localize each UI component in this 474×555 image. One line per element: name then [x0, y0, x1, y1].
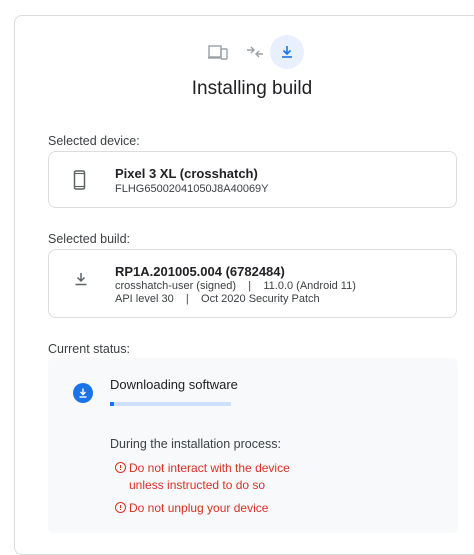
status-title: Downloading software: [110, 377, 238, 392]
download-status-icon: [73, 383, 93, 403]
build-card: RP1A.201005.004 (6782484) crosshatch-use…: [48, 249, 457, 318]
device-label: Selected device:: [48, 134, 140, 148]
warning-icon: [115, 462, 126, 473]
warning-text-1: Do not interact with the device: [129, 461, 290, 475]
warning-icon: [115, 502, 126, 513]
download-progress-bar: [110, 402, 231, 406]
warning-text-2: Do not unplug your device: [129, 501, 269, 515]
progress-fill: [110, 402, 114, 406]
step-install-active: [270, 35, 304, 69]
transfer-icon: [240, 37, 270, 67]
build-id: RP1A.201005.004 (6782484): [115, 264, 285, 279]
download-icon: [282, 46, 292, 58]
stepper: [0, 35, 474, 69]
device-serial: FLHG65002041050J8A40069Y: [115, 183, 269, 195]
phone-icon: [73, 170, 87, 195]
download-icon: [73, 271, 89, 292]
build-label: Selected build:: [48, 232, 131, 246]
page-title: Installing build: [191, 78, 313, 99]
status-label: Current status:: [48, 342, 130, 356]
build-details: crosshatch-user (signed) | 11.0.0 (Andro…: [115, 280, 356, 292]
devices-icon: [204, 37, 234, 67]
warning-text-1-cont: unless instructed to do so: [129, 478, 266, 492]
installation-note-title: During the installation process:: [110, 437, 281, 451]
device-card: Pixel 3 XL (crosshatch) FLHG65002041050J…: [48, 151, 457, 208]
device-name: Pixel 3 XL (crosshatch): [115, 166, 258, 181]
build-api-patch: API level 30 | Oct 2020 Security Patch: [115, 293, 320, 305]
